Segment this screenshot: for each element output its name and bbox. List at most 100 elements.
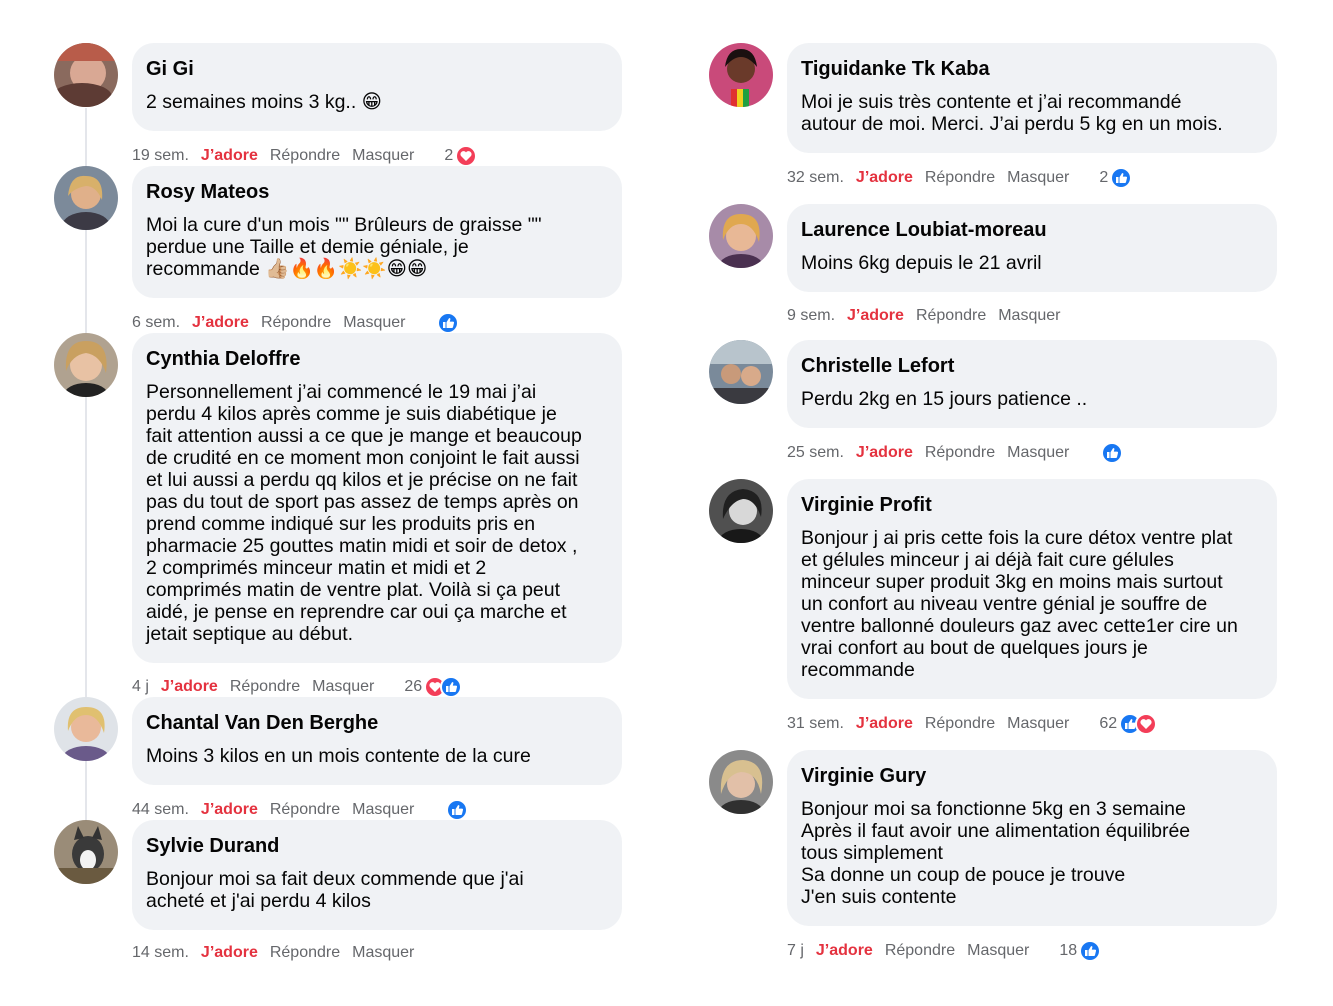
like-button[interactable]: J’adore — [201, 801, 258, 819]
reply-button[interactable]: Répondre — [230, 678, 300, 696]
avatar[interactable] — [709, 479, 773, 543]
avatar[interactable] — [54, 697, 118, 761]
comment-time[interactable]: 4 j — [132, 678, 149, 696]
avatar[interactable] — [54, 43, 118, 107]
hide-button[interactable]: Masquer — [1007, 444, 1069, 462]
comment-time[interactable]: 32 sem. — [787, 169, 844, 187]
like-button[interactable]: J’adore — [201, 944, 258, 962]
like-button[interactable]: J’adore — [192, 314, 249, 332]
comment-author[interactable]: Christelle Lefort — [801, 354, 1263, 378]
comment-bubble: Rosy Mateos Moi la cure d'un mois "" Brû… — [132, 166, 622, 298]
reply-button[interactable]: Répondre — [261, 314, 331, 332]
comment-author[interactable]: Chantal Van Den Berghe — [146, 711, 608, 735]
comment-actions: 19 sem. J’adore Répondre Masquer 2 — [132, 145, 478, 167]
comment-bubble: Tiguidanke Tk Kaba Moi je suis très cont… — [787, 43, 1277, 153]
comment-bubble: Gi Gi 2 semaines moins 3 kg.. 😁 — [132, 43, 622, 131]
hide-button[interactable]: Masquer — [352, 801, 414, 819]
comment-column-left: Gi Gi 2 semaines moins 3 kg.. 😁 19 sem. … — [0, 0, 640, 1006]
comment-text: 2 semaines moins 3 kg.. 😁 — [146, 91, 383, 113]
reply-button[interactable]: Répondre — [925, 444, 995, 462]
comment-time[interactable]: 25 sem. — [787, 444, 844, 462]
comment-time[interactable]: 44 sem. — [132, 801, 189, 819]
hide-button[interactable]: Masquer — [312, 678, 374, 696]
comment-author[interactable]: Cynthia Deloffre — [146, 347, 608, 371]
thumbs-up-reaction-icon — [437, 312, 460, 334]
love-reaction-icon — [455, 145, 478, 167]
comment-time[interactable]: 6 sem. — [132, 314, 180, 332]
comment-bubble: Virginie Profit Bonjour j ai pris cette … — [787, 479, 1277, 699]
avatar[interactable] — [709, 750, 773, 814]
comment-time[interactable]: 31 sem. — [787, 715, 844, 733]
comment-bubble: Laurence Loubiat-moreau Moins 6kg depuis… — [787, 204, 1277, 292]
hide-button[interactable]: Masquer — [1007, 715, 1069, 733]
reaction-count[interactable]: 18 — [1059, 942, 1077, 960]
reaction-count[interactable]: 2 — [1099, 169, 1108, 187]
comment-bubble: Christelle Lefort Perdu 2kg en 15 jours … — [787, 340, 1277, 428]
comment-time[interactable]: 7 j — [787, 942, 804, 960]
comment-actions: 4 j J’adore Répondre Masquer 26 — [132, 676, 463, 698]
like-button[interactable]: J’adore — [816, 942, 873, 960]
hide-button[interactable]: Masquer — [352, 944, 414, 962]
like-button[interactable]: J’adore — [856, 715, 913, 733]
comment-author[interactable]: Sylvie Durand — [146, 834, 608, 858]
like-button[interactable]: J’adore — [847, 307, 904, 325]
comment-author[interactable]: Laurence Loubiat-moreau — [801, 218, 1263, 242]
comment-author[interactable]: Rosy Mateos — [146, 180, 608, 204]
avatar[interactable] — [54, 333, 118, 397]
avatar[interactable] — [709, 43, 773, 107]
comment-actions: 31 sem. J’adore Répondre Masquer 62 — [787, 713, 1158, 735]
thumbs-up-reaction-icon — [1101, 442, 1124, 464]
comment-author[interactable]: Tiguidanke Tk Kaba — [801, 57, 1263, 81]
hide-button[interactable]: Masquer — [343, 314, 405, 332]
like-button[interactable]: J’adore — [856, 169, 913, 187]
comment-actions: 6 sem. J’adore Répondre Masquer — [132, 312, 460, 334]
reply-button[interactable]: Répondre — [270, 944, 340, 962]
comment-text: Moi la cure d'un mois "" Brûleurs de gra… — [146, 214, 542, 280]
like-button[interactable]: J’adore — [201, 147, 258, 165]
comment-actions: 9 sem. J’adore Répondre Masquer — [787, 305, 1074, 327]
reply-button[interactable]: Répondre — [916, 307, 986, 325]
comment-text: Personnellement j’ai commencé le 19 mai … — [146, 381, 582, 645]
comment-text: Bonjour j ai pris cette fois la cure dét… — [801, 527, 1238, 681]
hide-button[interactable]: Masquer — [352, 147, 414, 165]
comment-bubble: Sylvie Durand Bonjour moi sa fait deux c… — [132, 820, 622, 930]
hide-button[interactable]: Masquer — [967, 942, 1029, 960]
avatar[interactable] — [709, 204, 773, 268]
comment-column-right: Tiguidanke Tk Kaba Moi je suis très cont… — [655, 0, 1333, 1006]
like-button[interactable]: J’adore — [856, 444, 913, 462]
comment-time[interactable]: 9 sem. — [787, 307, 835, 325]
comment-time[interactable]: 14 sem. — [132, 944, 189, 962]
comment-author[interactable]: Virginie Profit — [801, 493, 1263, 517]
comment-actions: 44 sem. J’adore Répondre Masquer — [132, 799, 469, 821]
thumbs-up-reaction-icon — [1110, 167, 1133, 189]
comment-time[interactable]: 19 sem. — [132, 147, 189, 165]
comment-actions: 14 sem. J’adore Répondre Masquer — [132, 942, 428, 964]
comment-bubble: Chantal Van Den Berghe Moins 3 kilos en … — [132, 697, 622, 785]
reply-button[interactable]: Répondre — [885, 942, 955, 960]
comment-text: Bonjour moi sa fait deux commende que j'… — [146, 868, 524, 912]
avatar[interactable] — [54, 820, 118, 884]
comment-actions: 7 j J’adore Répondre Masquer 18 — [787, 940, 1102, 962]
hide-button[interactable]: Masquer — [998, 307, 1060, 325]
comment-actions: 25 sem. J’adore Répondre Masquer — [787, 442, 1124, 464]
hide-button[interactable]: Masquer — [1007, 169, 1069, 187]
reply-button[interactable]: Répondre — [270, 801, 340, 819]
thumbs-up-reaction-icon — [1079, 940, 1102, 962]
comment-author[interactable]: Virginie Gury — [801, 764, 1263, 788]
reply-button[interactable]: Répondre — [925, 715, 995, 733]
thumbs-up-reaction-icon — [446, 799, 469, 821]
avatar[interactable] — [709, 340, 773, 404]
reaction-count[interactable]: 2 — [444, 147, 453, 165]
reaction-count[interactable]: 26 — [404, 678, 422, 696]
like-button[interactable]: J’adore — [161, 678, 218, 696]
reaction-count[interactable]: 62 — [1099, 715, 1117, 733]
comment-author[interactable]: Gi Gi — [146, 57, 608, 81]
comment-actions: 32 sem. J’adore Répondre Masquer 2 — [787, 167, 1133, 189]
reply-button[interactable]: Répondre — [270, 147, 340, 165]
comment-text: Perdu 2kg en 15 jours patience .. — [801, 388, 1088, 410]
comment-bubble: Cynthia Deloffre Personnellement j’ai co… — [132, 333, 622, 663]
thumbs-up-reaction-icon — [440, 676, 463, 698]
comment-text: Moins 6kg depuis le 21 avril — [801, 252, 1042, 274]
avatar[interactable] — [54, 166, 118, 230]
reply-button[interactable]: Répondre — [925, 169, 995, 187]
